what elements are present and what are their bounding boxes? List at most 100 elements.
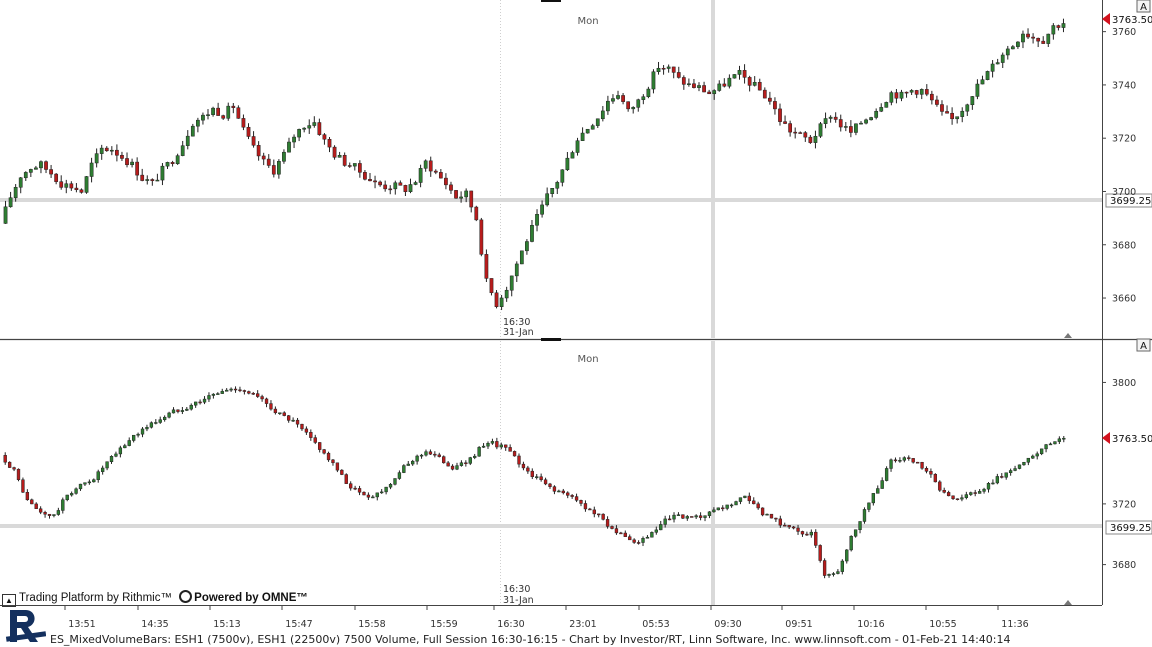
candle-down[interactable]: [295, 419, 300, 425]
candle-down[interactable]: [543, 479, 548, 485]
candle-up[interactable]: [666, 66, 671, 69]
candle-down[interactable]: [798, 132, 803, 134]
candle-up[interactable]: [225, 389, 229, 392]
candle-up[interactable]: [393, 182, 398, 190]
candle-down[interactable]: [583, 503, 588, 510]
candle-down[interactable]: [1000, 476, 1004, 478]
candle-up[interactable]: [570, 152, 575, 159]
candle-up[interactable]: [220, 391, 224, 394]
candle-down[interactable]: [605, 519, 610, 527]
candle-down[interactable]: [592, 509, 596, 515]
candle-down[interactable]: [437, 454, 441, 457]
candle-up[interactable]: [535, 476, 539, 478]
candle-up[interactable]: [408, 184, 413, 192]
candle-up[interactable]: [459, 196, 463, 199]
candle-up[interactable]: [1021, 33, 1025, 43]
candle-down[interactable]: [946, 492, 951, 497]
candle-up[interactable]: [1031, 455, 1035, 459]
candle-up[interactable]: [818, 123, 823, 137]
candle-up[interactable]: [180, 145, 185, 156]
candle-up[interactable]: [982, 488, 986, 492]
candle-up[interactable]: [61, 499, 65, 511]
candle-up[interactable]: [402, 465, 406, 473]
candle-down[interactable]: [489, 278, 494, 294]
candle-down[interactable]: [241, 118, 246, 128]
candle-up[interactable]: [74, 488, 78, 494]
candle-up[interactable]: [145, 179, 150, 181]
candle-down[interactable]: [16, 468, 21, 481]
candle-down[interactable]: [636, 542, 641, 544]
candle-down[interactable]: [707, 91, 712, 95]
candle-down[interactable]: [246, 126, 251, 137]
candle-down[interactable]: [539, 476, 543, 481]
candle-up[interactable]: [854, 123, 858, 133]
candle-up[interactable]: [712, 90, 717, 95]
candle-down[interactable]: [231, 105, 236, 108]
candle-up[interactable]: [39, 161, 43, 169]
candle-up[interactable]: [216, 393, 220, 395]
candle-down[interactable]: [552, 486, 557, 492]
candle-up[interactable]: [388, 484, 393, 488]
candle-down[interactable]: [791, 526, 796, 529]
candle-down[interactable]: [504, 444, 508, 448]
candle-up[interactable]: [477, 447, 481, 457]
candle-up[interactable]: [282, 151, 286, 162]
candle-up[interactable]: [977, 491, 982, 494]
candle-up[interactable]: [418, 168, 423, 183]
candle-down[interactable]: [915, 461, 920, 464]
candle-up[interactable]: [464, 190, 469, 198]
candle-down[interactable]: [347, 165, 352, 167]
candle-down[interactable]: [938, 481, 942, 491]
candle-up[interactable]: [595, 118, 600, 126]
candle-up[interactable]: [123, 445, 127, 449]
candle-up[interactable]: [729, 504, 734, 507]
candle-down[interactable]: [428, 451, 433, 455]
candle-down[interactable]: [1026, 33, 1030, 38]
candle-up[interactable]: [64, 183, 69, 188]
candle-down[interactable]: [517, 455, 521, 465]
candle-down[interactable]: [914, 90, 919, 95]
candle-up[interactable]: [504, 289, 509, 299]
candle-down[interactable]: [769, 513, 774, 519]
candle-up[interactable]: [1016, 41, 1020, 47]
candle-up[interactable]: [175, 155, 180, 165]
candle-up[interactable]: [189, 404, 193, 410]
candle-down[interactable]: [1036, 37, 1041, 42]
time-axis[interactable]: 13:51 14:35 15:13 15:47 15:58 15:59 16:30 23:01…: [64, 605, 1029, 630]
candle-down[interactable]: [579, 500, 583, 504]
candle-up[interactable]: [843, 126, 848, 128]
candle-up[interactable]: [880, 480, 884, 489]
candle-up[interactable]: [902, 457, 907, 461]
candle-down[interactable]: [368, 179, 372, 182]
candle-up[interactable]: [738, 497, 743, 502]
candle-up[interactable]: [986, 483, 991, 490]
candle-up[interactable]: [423, 160, 428, 169]
top-plot-area[interactable]: [0, 0, 1102, 338]
candle-down[interactable]: [79, 189, 84, 193]
bottom-price-axis[interactable]: 3680 3720 3800: [1102, 378, 1136, 571]
candle-up[interactable]: [703, 515, 707, 518]
candle-down[interactable]: [893, 459, 898, 462]
candle-down[interactable]: [373, 180, 377, 183]
candle-up[interactable]: [636, 99, 641, 108]
candle-up[interactable]: [975, 83, 980, 97]
candle-up[interactable]: [94, 153, 99, 164]
candle-up[interactable]: [8, 197, 13, 208]
candle-down[interactable]: [150, 179, 155, 182]
candle-down[interactable]: [198, 401, 202, 404]
candle-up[interactable]: [590, 125, 595, 130]
candle-up[interactable]: [650, 532, 654, 538]
candle-up[interactable]: [809, 531, 813, 536]
candle-down[interactable]: [170, 162, 175, 165]
candle-down[interactable]: [3, 455, 7, 463]
candle-down[interactable]: [742, 70, 747, 78]
candle-down[interactable]: [433, 170, 438, 173]
candle-up[interactable]: [859, 122, 863, 125]
candle-up[interactable]: [985, 71, 990, 80]
candle-up[interactable]: [687, 83, 691, 85]
candle-down[interactable]: [940, 104, 944, 112]
candle-down[interactable]: [768, 97, 772, 102]
candle-up[interactable]: [732, 74, 737, 79]
candle-down[interactable]: [69, 183, 74, 189]
candle-up[interactable]: [206, 114, 210, 116]
